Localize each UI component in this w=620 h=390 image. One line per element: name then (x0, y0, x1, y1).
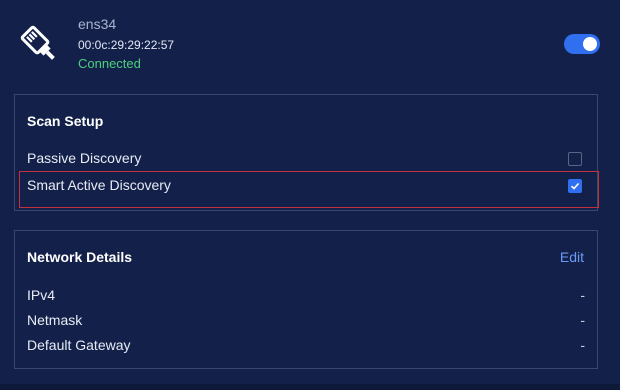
detail-row-default-gateway: Default Gateway - (15, 337, 597, 357)
default-gateway-value: - (580, 337, 585, 353)
ipv4-label: IPv4 (27, 287, 56, 303)
scan-setup-title: Scan Setup (27, 113, 104, 129)
interface-name: ens34 (78, 16, 117, 32)
passive-discovery-row[interactable]: Passive Discovery (15, 147, 597, 171)
default-gateway-label: Default Gateway (27, 337, 131, 353)
detail-row-ipv4: IPv4 - (15, 287, 597, 307)
smart-active-discovery-label: Smart Active Discovery (27, 177, 171, 193)
scan-setup-card: Scan Setup Passive Discovery Smart Activ… (14, 94, 599, 211)
network-details-card: Network Details Edit IPv4 - Netmask - De… (14, 230, 598, 369)
ipv4-value: - (580, 287, 585, 303)
bottom-bar (0, 384, 620, 390)
netmask-value: - (580, 312, 585, 328)
edit-network-details-link[interactable]: Edit (560, 249, 584, 265)
netmask-label: Netmask (27, 312, 83, 328)
passive-discovery-label: Passive Discovery (27, 150, 142, 166)
network-details-title: Network Details (27, 249, 133, 265)
interface-header: ens34 00:0c:29:29:22:57 Connected (0, 0, 620, 88)
detail-row-netmask: Netmask - (15, 312, 597, 332)
smart-active-discovery-checkbox[interactable] (568, 179, 582, 193)
connection-status: Connected (78, 56, 141, 71)
interface-enable-toggle[interactable] (564, 34, 600, 54)
toggle-knob (583, 37, 597, 51)
smart-active-discovery-row[interactable]: Smart Active Discovery (19, 171, 599, 208)
ethernet-cable-icon (20, 25, 55, 60)
passive-discovery-checkbox[interactable] (568, 152, 582, 166)
checkmark-icon (570, 182, 580, 190)
mac-address: 00:0c:29:29:22:57 (78, 38, 175, 52)
